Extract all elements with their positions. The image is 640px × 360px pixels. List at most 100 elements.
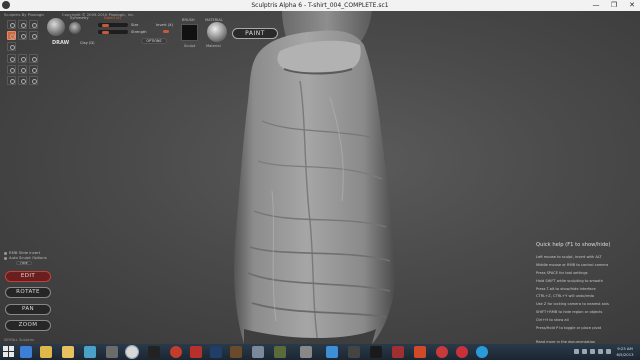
- symmetry-tab[interactable]: Symmetry: [70, 16, 89, 20]
- media-icon[interactable]: [148, 346, 160, 358]
- window-title: Sculptris Alpha 6 - T-shirt_004_COMPLETE…: [251, 2, 389, 9]
- tool-pinch[interactable]: [7, 42, 16, 51]
- material-sphere[interactable]: [207, 22, 227, 42]
- brush-texture-slot[interactable]: [181, 24, 198, 41]
- brand-label: Sculptris By Pixologic: [4, 12, 45, 17]
- app-icon-red[interactable]: [392, 346, 404, 358]
- tool-subdivide[interactable]: [18, 76, 27, 85]
- clay-label[interactable]: Clay (D): [80, 41, 95, 45]
- window-controls: — ❐ ✕: [590, 1, 638, 9]
- tray-flag-icon[interactable]: [582, 349, 587, 354]
- acrobat-icon[interactable]: [190, 346, 202, 358]
- minimize-button[interactable]: —: [590, 1, 602, 9]
- windows-logo-icon: [3, 346, 8, 351]
- bridge-icon[interactable]: [230, 346, 242, 358]
- help-line: CTRL+Z, CTRL+Y will undo/redo: [536, 294, 594, 299]
- paint-button[interactable]: PAINT: [232, 28, 278, 39]
- help-line: Use Z for locking camera to nearest axis: [536, 302, 609, 307]
- strength-slider[interactable]: [98, 30, 128, 34]
- menu-bar: Sculptris By Pixologic Copyright © 2009-…: [0, 11, 640, 17]
- help-line: Ctrl+H to show all: [536, 318, 569, 323]
- tray-power-icon[interactable]: [606, 349, 611, 354]
- tray-volume-icon[interactable]: [598, 349, 603, 354]
- auto-sculpt-toggle[interactable]: Auto Sculpt Options: [4, 255, 47, 260]
- tool-reduce-selected[interactable]: [7, 65, 16, 74]
- title-bar: Sculptris Alpha 6 - T-shirt_004_COMPLETE…: [0, 0, 640, 11]
- filezilla-icon[interactable]: [414, 346, 426, 358]
- app-icon-silver[interactable]: [300, 346, 312, 358]
- folder-icon[interactable]: [40, 346, 52, 358]
- tool-crease[interactable]: [7, 20, 16, 29]
- clock[interactable]: 9:23 AM 6/5/2013: [614, 346, 636, 358]
- detail-tab[interactable]: Detail (X): [104, 16, 121, 20]
- invert-label[interactable]: Invert (X): [156, 23, 173, 27]
- auto-toggle-dot: [4, 256, 7, 260]
- explorer-icon[interactable]: [62, 346, 74, 358]
- brush-sub-label: Sculpt: [184, 44, 196, 48]
- tool-scale[interactable]: [29, 20, 38, 29]
- sculptris-taskbar-icon[interactable]: [125, 345, 139, 359]
- footer-label: SKYFALL Sculptris: [4, 338, 34, 342]
- brush-header: BRUSH: [182, 18, 195, 22]
- help-line: Press/Hold P to toggle or place pivot: [536, 326, 602, 331]
- help-title: Quick help (F1 to show/hide): [536, 242, 611, 248]
- brush-alpha-icon[interactable]: [69, 22, 81, 34]
- tool-flatten[interactable]: [18, 31, 27, 40]
- tray-up-icon[interactable]: [574, 349, 579, 354]
- skype-icon[interactable]: [476, 346, 488, 358]
- invert-toggle[interactable]: [163, 30, 169, 33]
- help-line: SHIFT+RMB to hide region or objects: [536, 310, 603, 315]
- tool-smooth[interactable]: [18, 54, 27, 63]
- hide-button[interactable]: HIDE: [16, 261, 32, 265]
- windows-logo-pane: [9, 352, 14, 357]
- app-icon-sky[interactable]: [326, 346, 338, 358]
- quick-help-panel: Quick help (F1 to show/hide) Left mouse …: [536, 242, 640, 347]
- tool-reduce-brush[interactable]: [29, 54, 38, 63]
- tool-symmetry[interactable]: [29, 65, 38, 74]
- chrome-icon[interactable]: [170, 346, 182, 358]
- tool-grab[interactable]: [7, 54, 16, 63]
- tool-draw[interactable]: [7, 31, 16, 40]
- strength-slider-knob[interactable]: [102, 30, 109, 34]
- auto-label: Auto Sculpt Options: [9, 255, 47, 260]
- maximize-button[interactable]: ❐: [608, 1, 620, 9]
- app-icon-gray[interactable]: [106, 346, 118, 358]
- start-button[interactable]: [3, 346, 15, 358]
- photoshop-icon[interactable]: [210, 346, 222, 358]
- edit-mode-button[interactable]: EDIT: [5, 271, 51, 282]
- itunes-alt-icon[interactable]: [456, 346, 468, 358]
- options-button[interactable]: OPTIONS: [141, 38, 167, 44]
- material-sub-label: Material: [206, 44, 221, 48]
- app-icon-steel[interactable]: [252, 346, 264, 358]
- system-tray[interactable]: [574, 349, 614, 355]
- ie-icon[interactable]: [20, 346, 32, 358]
- size-label: Size: [131, 23, 139, 27]
- help-line: Press T-alt to show/hide interface: [536, 286, 596, 291]
- help-line: Press SPACE for tool settings: [536, 270, 588, 275]
- size-slider-knob[interactable]: [102, 23, 109, 27]
- tool-rotate[interactable]: [18, 20, 27, 29]
- brush-preview-sphere[interactable]: [47, 18, 65, 36]
- zoom-mode-button[interactable]: ZOOM: [5, 320, 51, 331]
- help-line: Hold SHIFT while sculpting to smooth: [536, 278, 603, 283]
- rotate-mode-button[interactable]: ROTATE: [5, 287, 51, 298]
- app-icon-dark[interactable]: [348, 346, 360, 358]
- tool-wireframe[interactable]: [7, 76, 16, 85]
- app-icon-olive[interactable]: [274, 346, 286, 358]
- clock-date: 6/5/2013: [616, 352, 634, 357]
- taskbar: 9:23 AM 6/5/2013: [0, 344, 640, 360]
- tool-inflate[interactable]: [29, 31, 38, 40]
- draw-label: DRAW: [52, 40, 70, 46]
- tray-network-icon[interactable]: [590, 349, 595, 354]
- itunes-icon[interactable]: [436, 346, 448, 358]
- tool-mask[interactable]: [18, 65, 27, 74]
- tool-flat-shading[interactable]: [29, 76, 38, 85]
- size-slider[interactable]: [98, 23, 128, 27]
- strength-label: Strength: [131, 30, 147, 34]
- app-icon-blue[interactable]: [84, 346, 96, 358]
- help-line: Left mouse to sculpt, invert with ALT: [536, 254, 602, 259]
- help-line: Middle mouse or RMB to control camera: [536, 262, 609, 267]
- pan-mode-button[interactable]: PAN: [5, 304, 51, 315]
- nvidia-icon[interactable]: [370, 346, 382, 358]
- close-button[interactable]: ✕: [626, 1, 638, 9]
